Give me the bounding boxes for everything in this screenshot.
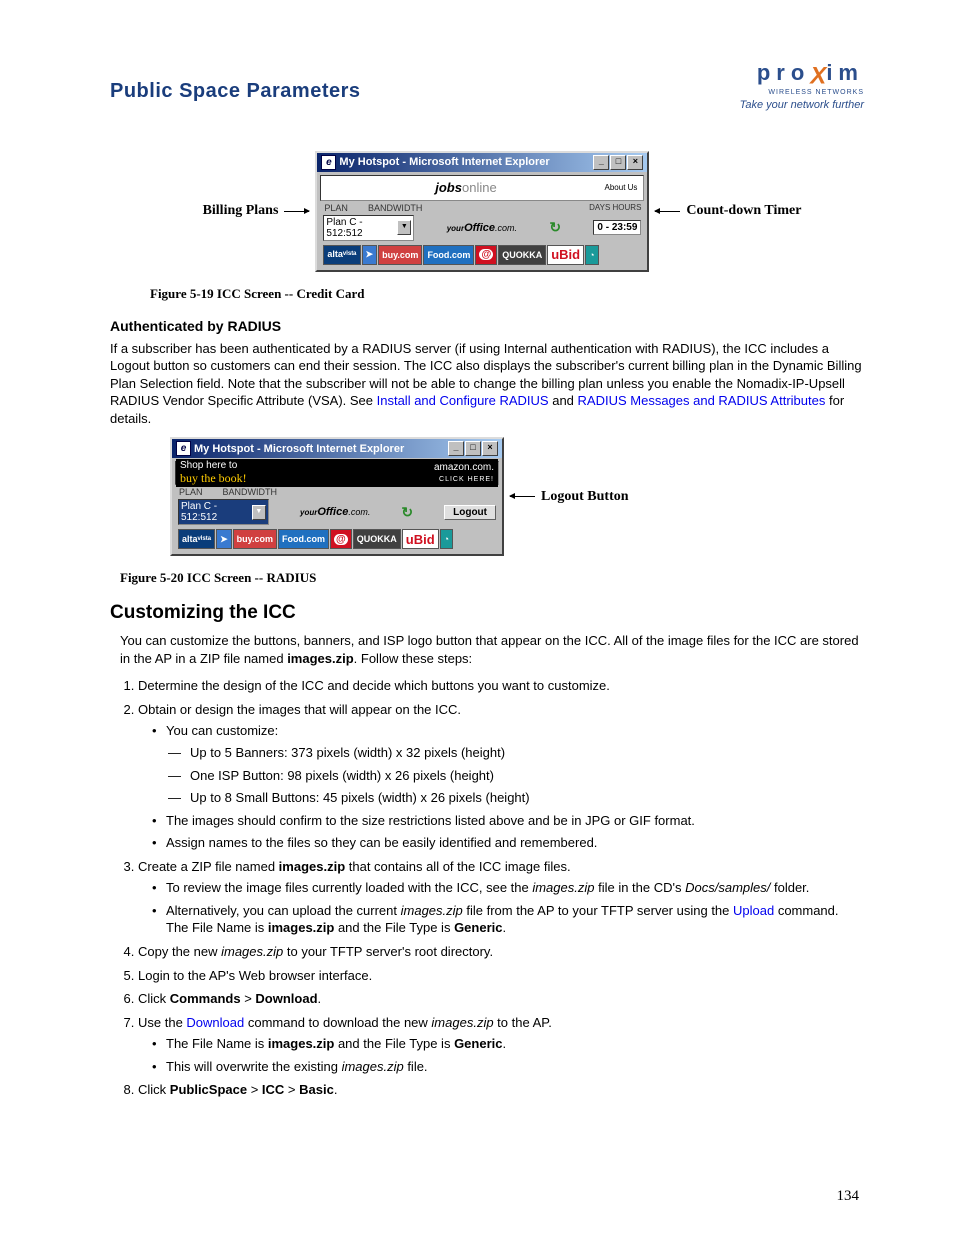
step-2-names: Assign names to the files so they can be… <box>166 834 864 852</box>
logo-sub: WIRELESS NETWORKS <box>740 89 864 96</box>
small-buttons-row: altaᵛⁱˢᵗᵃ ➤ buy.com Food.com @ QUOKKA uB… <box>175 527 499 551</box>
heading-auth-radius: Authenticated by RADIUS <box>110 318 864 334</box>
link-download[interactable]: Download <box>186 1015 244 1030</box>
close-icon[interactable]: × <box>627 155 643 170</box>
maximize-icon[interactable]: □ <box>610 155 626 170</box>
step-4: Copy the new images.zip to your TFTP ser… <box>138 943 864 961</box>
label-bandwidth: BANDWIDTH <box>223 487 278 497</box>
btn-altavista[interactable]: altaᵛⁱˢᵗᵃ <box>323 245 360 265</box>
logo-pre: pro <box>757 60 810 85</box>
step-1: Determine the design of the ICC and deci… <box>138 677 864 695</box>
step-7: Use the Download command to download the… <box>138 1014 864 1076</box>
btn-altavista[interactable]: altaᵛⁱˢᵗᵃ <box>178 529 215 549</box>
ie-icon: e <box>176 441 191 456</box>
btn-teal[interactable]: ◔ <box>440 529 453 549</box>
annot-countdown: Count-down Timer <box>686 203 801 219</box>
ie-titlebar: eMy Hotspot - Microsoft Internet Explore… <box>317 153 647 172</box>
proxim-logo: proXim WIRELESS NETWORKS Take your networ… <box>740 60 864 111</box>
page-number: 134 <box>837 1188 860 1205</box>
step-6: Click Commands > Download. <box>138 990 864 1008</box>
arrow-icon <box>284 211 309 212</box>
btn-quokka[interactable]: QUOKKA <box>498 245 546 265</box>
btn-foodcom[interactable]: Food.com <box>423 245 474 265</box>
annot-logout: Logout Button <box>541 489 629 505</box>
btn-ubid[interactable]: uBid <box>402 529 439 549</box>
step-3-upload: Alternatively, you can upload the curren… <box>166 902 864 937</box>
steps-list: Determine the design of the ICC and deci… <box>110 677 864 1098</box>
minimize-icon[interactable]: _ <box>448 441 464 456</box>
small-buttons-row: altaᵛⁱˢᵗᵃ ➤ buy.com Food.com @ QUOKKA uB… <box>320 243 644 267</box>
btn-ubid[interactable]: uBid <box>547 245 584 265</box>
banner-text: jobs <box>435 180 462 195</box>
ie-title-text: My Hotspot - Microsoft Internet Explorer <box>339 156 549 168</box>
step-2-format: The images should confirm to the size re… <box>166 812 864 830</box>
chevron-down-icon: ▼ <box>397 220 411 235</box>
plan-dropdown[interactable]: Plan C - 512:512▼ <box>323 215 414 241</box>
btn-quokka[interactable]: QUOKKA <box>353 529 401 549</box>
isp-logo-button[interactable]: yourOffice.com. <box>300 506 370 518</box>
link-upload[interactable]: Upload <box>733 903 774 918</box>
arrow-icon <box>510 496 535 497</box>
plan-dropdown[interactable]: Plan C - 512:512▼ <box>178 499 269 525</box>
btn-buycom[interactable]: buy.com <box>233 529 277 549</box>
banner-aboutus: About Us <box>605 183 638 192</box>
link-install-radius[interactable]: Install and Configure RADIUS <box>377 393 549 408</box>
paragraph-customize-intro: You can customize the buttons, banners, … <box>110 632 864 667</box>
figure-caption-5-20: Figure 5-20 ICC Screen -- RADIUS <box>120 570 864 586</box>
step-3: Create a ZIP file named images.zip that … <box>138 858 864 937</box>
maximize-icon[interactable]: □ <box>465 441 481 456</box>
heading-customizing-icc: Customizing the ICC <box>110 602 864 624</box>
plan-value: Plan C - 512:512 <box>181 501 252 523</box>
refresh-icon[interactable]: ↻ <box>401 504 413 521</box>
step-3-review: To review the image files currently load… <box>166 879 864 897</box>
countdown-timer: 0 - 23:59 <box>593 220 641 235</box>
isp-logo-button[interactable]: yourOffice.com. <box>447 222 517 234</box>
logo-tagline: Take your network further <box>740 99 864 111</box>
step-5: Login to the AP's Web browser interface. <box>138 967 864 985</box>
logo-x: X <box>810 63 826 90</box>
annot-billing-plans: Billing Plans <box>203 203 279 219</box>
plan-value: Plan C - 512:512 <box>326 217 397 239</box>
step-7-filename: The File Name is images.zip and the File… <box>166 1035 864 1053</box>
ie-titlebar: eMy Hotspot - Microsoft Internet Explore… <box>172 439 502 458</box>
link-radius-messages[interactable]: RADIUS Messages and RADIUS Attributes <box>578 393 826 408</box>
label-plan: PLAN <box>179 487 203 497</box>
logout-button[interactable]: Logout <box>444 505 496 520</box>
arrow-icon <box>655 211 680 212</box>
btn-blue[interactable]: ➤ <box>216 529 232 549</box>
ie-title-text: My Hotspot - Microsoft Internet Explorer <box>194 443 404 455</box>
paragraph-auth: If a subscriber has been authenticated b… <box>110 340 864 428</box>
label-plan: PLAN <box>324 203 348 213</box>
btn-at[interactable]: @ <box>475 245 497 265</box>
btn-buycom[interactable]: buy.com <box>378 245 422 265</box>
banner-amazon[interactable]: Shop here tobuy the book!amazon.com.CLIC… <box>175 461 499 485</box>
figure-caption-5-19: Figure 5-19 ICC Screen -- Credit Card <box>150 286 864 302</box>
ie-window-fig19: eMy Hotspot - Microsoft Internet Explore… <box>315 151 649 272</box>
btn-at[interactable]: @ <box>330 529 352 549</box>
ie-icon: e <box>321 155 336 170</box>
spec-banners: Up to 5 Banners: 373 pixels (width) x 32… <box>190 744 864 762</box>
banner-jobsonline[interactable]: jobsonline About Us <box>320 175 644 201</box>
page-title: Public Space Parameters <box>110 80 361 103</box>
btn-foodcom[interactable]: Food.com <box>278 529 329 549</box>
spec-small-buttons: Up to 8 Small Buttons: 45 pixels (width)… <box>190 789 864 807</box>
label-days-hours: DAYS HOURS <box>589 203 644 213</box>
minimize-icon[interactable]: _ <box>593 155 609 170</box>
logo-post: im <box>826 60 864 85</box>
chevron-down-icon: ▼ <box>252 505 266 520</box>
step-7-overwrite: This will overwrite the existing images.… <box>166 1058 864 1076</box>
step-8: Click PublicSpace > ICC > Basic. <box>138 1081 864 1099</box>
ie-window-fig20: eMy Hotspot - Microsoft Internet Explore… <box>170 437 504 556</box>
btn-teal[interactable]: ◔ <box>585 245 598 265</box>
refresh-icon[interactable]: ↻ <box>549 219 561 236</box>
step-2-customize: You can customize: Up to 5 Banners: 373 … <box>166 722 864 806</box>
banner-text2: online <box>462 180 497 195</box>
close-icon[interactable]: × <box>482 441 498 456</box>
btn-blue[interactable]: ➤ <box>362 245 378 265</box>
label-bandwidth: BANDWIDTH <box>368 203 423 213</box>
spec-isp-button: One ISP Button: 98 pixels (width) x 26 p… <box>190 767 864 785</box>
step-2: Obtain or design the images that will ap… <box>138 701 864 852</box>
